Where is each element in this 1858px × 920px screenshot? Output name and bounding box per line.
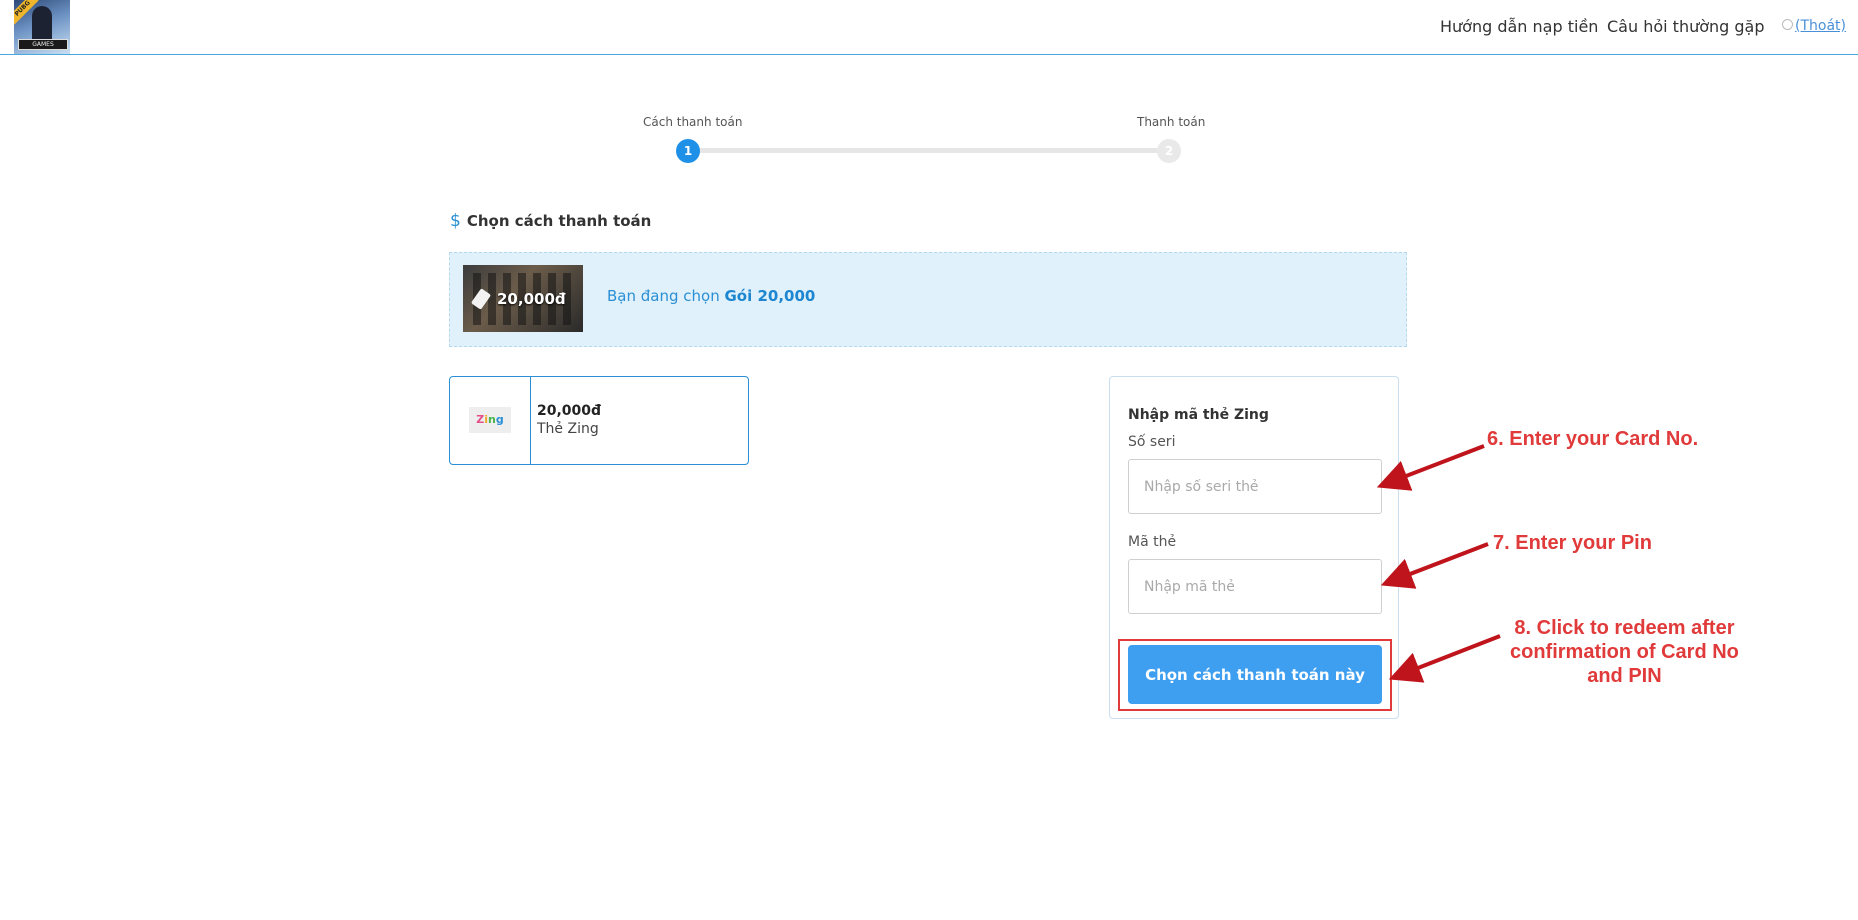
card-name: Thẻ Zing (537, 421, 599, 437)
selected-package-banner: 20,000đ Bạn đang chọn Gói 20,000 (449, 252, 1407, 347)
card-entry-form: Nhập mã thẻ Zing Số seri Mã thẻ Chọn các… (1109, 376, 1399, 719)
step-2-circle: 2 (1157, 139, 1181, 163)
annotation-step-7: 7. Enter your Pin (1493, 532, 1652, 554)
step-1-label: Cách thanh toán (643, 115, 743, 129)
card-logo-cell: Zing (450, 377, 531, 464)
annotation-step-8-line: 8. Click to redeem after (1514, 617, 1735, 639)
zing-letter: g (495, 413, 504, 426)
form-title: Nhập mã thẻ Zing (1128, 407, 1269, 423)
choose-payment-method-button[interactable]: Chọn cách thanh toán này (1128, 645, 1382, 704)
top-header: PUBG GAMES Hướng dẫn nạp tiền Câu hỏi th… (0, 0, 1858, 55)
selected-prefix: Bạn đang chọn (607, 287, 725, 305)
annotation-arrow-7 (1380, 542, 1489, 589)
logo-band: GAMES (18, 39, 68, 50)
logout-link[interactable]: (Thoát) (1795, 18, 1846, 34)
selected-package-text: Bạn đang chọn Gói 20,000 (607, 287, 815, 305)
thumbnail-price: 20,000đ (497, 290, 566, 308)
annotation-step-8: 8. Click to redeem after confirmation of… (1510, 616, 1739, 688)
section-title-text: Chọn cách thanh toán (466, 212, 652, 230)
nav-topup-guide-link[interactable]: Hướng dẫn nạp tiền (1440, 17, 1598, 36)
dollar-icon: $ (450, 211, 461, 231)
annotation-arrow-6 (1376, 444, 1485, 491)
serial-label: Số seri (1128, 434, 1176, 450)
section-title: $ Chọn cách thanh toán (450, 211, 651, 231)
logout-area: (Thoát) (1782, 18, 1846, 34)
zing-letter: n (488, 413, 496, 426)
card-amount: 20,000đ (537, 403, 602, 419)
step-progress-track (688, 148, 1168, 153)
annotation-step-8-line: and PIN (1587, 665, 1662, 687)
annotation-arrows (1376, 444, 1501, 683)
nav-faq-link[interactable]: Câu hỏi thường gặp (1607, 17, 1765, 36)
serial-number-input[interactable] (1128, 459, 1382, 514)
step-2-label: Thanh toán (1137, 115, 1206, 129)
logout-icon (1782, 19, 1793, 30)
selected-package-name: Gói 20,000 (724, 287, 816, 305)
pin-code-input[interactable] (1128, 559, 1382, 614)
zing-card-option[interactable]: Zing 20,000đ Thẻ Zing (449, 376, 749, 465)
annotation-step-6: 6. Enter your Card No. (1487, 428, 1699, 450)
game-logo[interactable]: PUBG GAMES (14, 0, 70, 54)
annotation-step-8-line: confirmation of Card No (1510, 641, 1739, 663)
zing-logo-icon: Zing (469, 407, 511, 433)
annotation-arrow-8 (1388, 634, 1501, 683)
package-thumbnail: 20,000đ (463, 265, 583, 332)
step-1-circle: 1 (676, 139, 700, 163)
pin-label: Mã thẻ (1128, 534, 1177, 550)
